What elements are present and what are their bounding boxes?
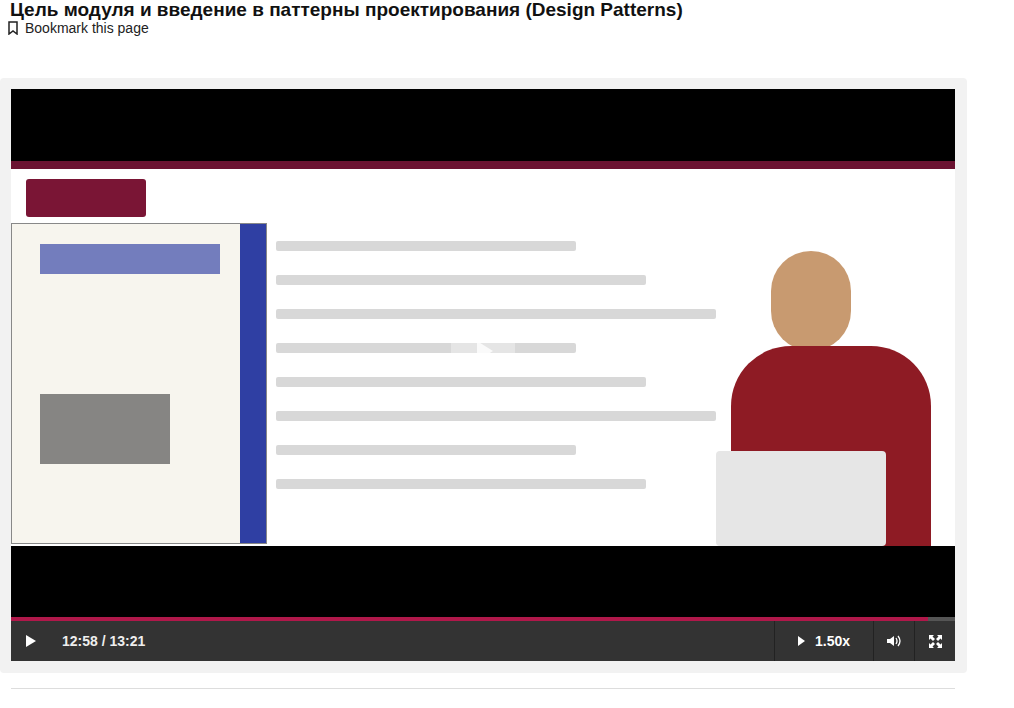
speed-button[interactable]: 1.50x <box>774 621 873 661</box>
time-display: 12:58 / 13:21 <box>62 631 145 652</box>
play-button[interactable] <box>11 621 51 661</box>
play-icon <box>25 634 37 648</box>
fullscreen-icon <box>929 635 942 648</box>
progress-track[interactable] <box>11 617 955 621</box>
fullscreen-button[interactable] <box>914 621 955 661</box>
volume-icon <box>887 635 901 647</box>
progress-fill <box>11 617 928 621</box>
lesson-title: Цель модуля и введение в паттерны проект… <box>0 0 1014 14</box>
volume-button[interactable] <box>873 621 914 661</box>
video-card: 12:58 / 13:21 1.50x <box>0 78 967 673</box>
controls-bar: 12:58 / 13:21 1.50x <box>11 621 955 661</box>
bookmark-button[interactable]: Bookmark this page <box>7 19 149 37</box>
big-play-icon <box>451 329 515 373</box>
video-frame[interactable] <box>11 89 955 617</box>
caret-icon <box>798 636 805 646</box>
bookmark-icon <box>7 21 19 35</box>
divider <box>11 688 955 689</box>
